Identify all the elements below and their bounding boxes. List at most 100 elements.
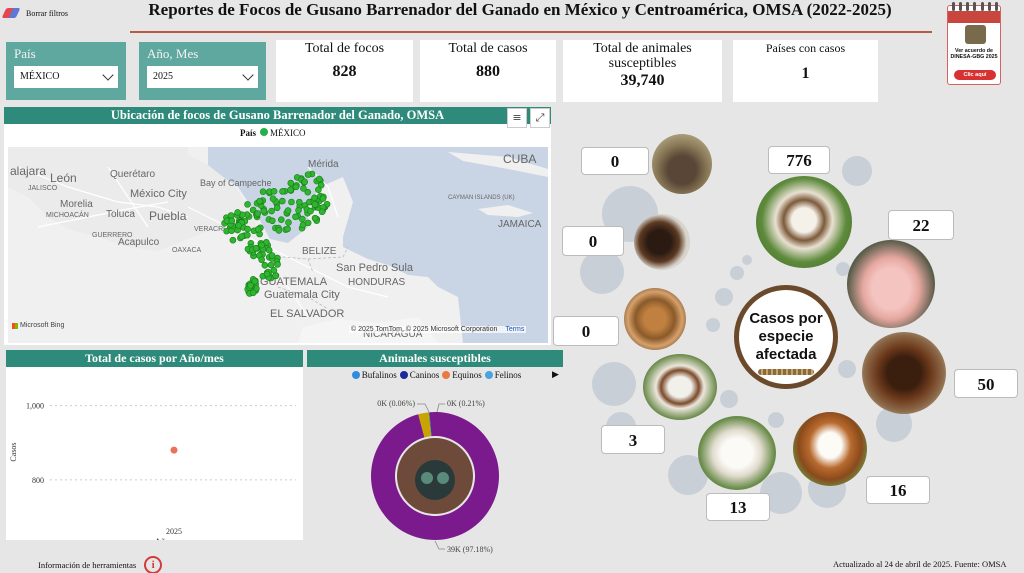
- map-label: Mérida: [308, 159, 339, 170]
- map-label: CUBA: [503, 152, 536, 166]
- focus-point[interactable]: [227, 212, 235, 219]
- focus-point[interactable]: [296, 198, 303, 206]
- focus-point[interactable]: [265, 246, 273, 254]
- legend-label[interactable]: Bufalinos: [362, 370, 397, 380]
- kpi-label: Total de animales susceptibles: [593, 41, 692, 71]
- count-cattle: 776: [768, 146, 830, 174]
- kpi-countries-with-cases: Países con casos 1: [733, 40, 878, 102]
- focus-point[interactable]: [274, 261, 281, 268]
- legend-label[interactable]: Equinos: [452, 370, 482, 380]
- focus-point[interactable]: [304, 171, 312, 178]
- focus-point[interactable]: [292, 213, 299, 221]
- focus-point[interactable]: [247, 282, 254, 289]
- bubble: [842, 156, 872, 186]
- focus-point[interactable]: [288, 198, 295, 206]
- focus-point[interactable]: [243, 231, 251, 239]
- map-label: JAMAICA: [498, 219, 542, 230]
- focus-point[interactable]: [311, 194, 318, 202]
- focus-point[interactable]: [263, 270, 271, 278]
- focus-point[interactable]: [299, 215, 306, 223]
- map-label: MICHOACÁN: [46, 210, 89, 219]
- legend-dot: [260, 128, 269, 136]
- focus-point[interactable]: [270, 187, 278, 195]
- focus-point[interactable]: [254, 210, 262, 217]
- filter-icon[interactable]: ≡: [507, 108, 527, 128]
- focus-point[interactable]: [277, 216, 285, 223]
- focus-point[interactable]: [249, 289, 257, 297]
- kpi-total-cases: Total de casos 880: [420, 40, 556, 102]
- focus-point[interactable]: [284, 207, 292, 214]
- focus-point[interactable]: [319, 195, 327, 202]
- year-month-select[interactable]: 2025: [147, 66, 258, 88]
- focus-point[interactable]: [318, 208, 326, 216]
- calendar-rings: [952, 2, 998, 11]
- legend-next-arrow[interactable]: ▶: [552, 370, 559, 380]
- focus-point[interactable]: [269, 195, 277, 203]
- year-month-filter: Año, Mes 2025: [139, 42, 266, 100]
- hen-icon: [634, 214, 690, 270]
- map-label: EL SALVADOR: [270, 308, 344, 320]
- focus-point[interactable]: [272, 272, 279, 279]
- focus-point[interactable]: [268, 207, 275, 215]
- calendar-agreement-link[interactable]: Ver acuerdo de DINESA-GBG 2025 Clic aquí: [947, 2, 1001, 85]
- terms-link[interactable]: Terms: [505, 326, 524, 333]
- focus-point[interactable]: [244, 201, 251, 208]
- focus-point[interactable]: [279, 197, 286, 205]
- focus-point[interactable]: [229, 236, 237, 244]
- clear-filters-button[interactable]: Borrar filtros: [4, 8, 68, 18]
- focus-point[interactable]: [311, 214, 319, 222]
- cases-chart[interactable]: 1,000 800 Casos 2025Año y mes: [6, 367, 303, 547]
- focus-point[interactable]: [256, 197, 263, 205]
- focus-point[interactable]: [238, 233, 245, 240]
- map-label: Guatemala City: [264, 289, 340, 301]
- focus-point[interactable]: [252, 244, 260, 252]
- focus-mode-icon[interactable]: ⤢: [530, 108, 550, 128]
- focus-point[interactable]: [258, 256, 265, 264]
- focus-point[interactable]: [260, 207, 268, 215]
- focus-point[interactable]: [259, 188, 267, 195]
- focus-point[interactable]: [285, 219, 292, 226]
- focus-point[interactable]: [258, 241, 265, 249]
- bubble: [768, 412, 784, 428]
- kpi-value: 1: [801, 65, 810, 82]
- legend-label[interactable]: Caninos: [410, 370, 440, 380]
- focus-point[interactable]: [268, 252, 276, 259]
- donut-data-label: 0K (0.06%): [377, 399, 415, 408]
- focus-point[interactable]: [315, 186, 322, 194]
- focus-point[interactable]: [275, 227, 283, 234]
- focus-point[interactable]: [316, 175, 323, 183]
- focus-point[interactable]: [228, 217, 236, 225]
- focus-point[interactable]: [261, 262, 269, 269]
- focus-point[interactable]: [235, 222, 242, 229]
- legend-label[interactable]: Felinos: [495, 370, 522, 380]
- focus-point[interactable]: [273, 204, 281, 212]
- cat-icon: [624, 288, 686, 350]
- focus-point[interactable]: [269, 217, 276, 225]
- focus-point[interactable]: [300, 185, 307, 192]
- map-legend-title: País: [240, 128, 257, 138]
- donut-chart[interactable]: 0K (0.06%) 0K (0.21%) 39K (97.18%): [307, 384, 563, 564]
- focus-point[interactable]: [311, 201, 319, 208]
- focus-point[interactable]: [244, 225, 251, 233]
- bubble: [730, 266, 744, 280]
- focus-point[interactable]: [279, 188, 286, 195]
- map-label: OAXACA: [172, 247, 202, 254]
- focus-point[interactable]: [254, 225, 262, 233]
- legend-swatch: [351, 371, 360, 379]
- country-select[interactable]: MÉXICO: [14, 66, 118, 88]
- map-attribution-text: © 2025 TomTom, © 2025 Microsoft Corporat…: [351, 326, 498, 333]
- tools-info[interactable]: Información de herramientas i: [38, 556, 163, 573]
- focus-point[interactable]: [287, 186, 294, 194]
- focus-point[interactable]: [307, 207, 314, 215]
- focus-point[interactable]: [234, 209, 241, 216]
- focus-point[interactable]: [287, 179, 295, 187]
- focus-point[interactable]: [292, 183, 300, 191]
- focus-point[interactable]: [304, 219, 312, 227]
- map-canvas[interactable]: alajara León Querétaro JALISCO México Ci…: [8, 147, 548, 343]
- focus-point[interactable]: [301, 178, 309, 186]
- focus-point[interactable]: [284, 225, 291, 233]
- click-here-button[interactable]: Clic aquí: [954, 70, 996, 80]
- data-point[interactable]: [170, 446, 178, 454]
- info-icon[interactable]: i: [144, 556, 163, 573]
- focus-point[interactable]: [295, 207, 302, 214]
